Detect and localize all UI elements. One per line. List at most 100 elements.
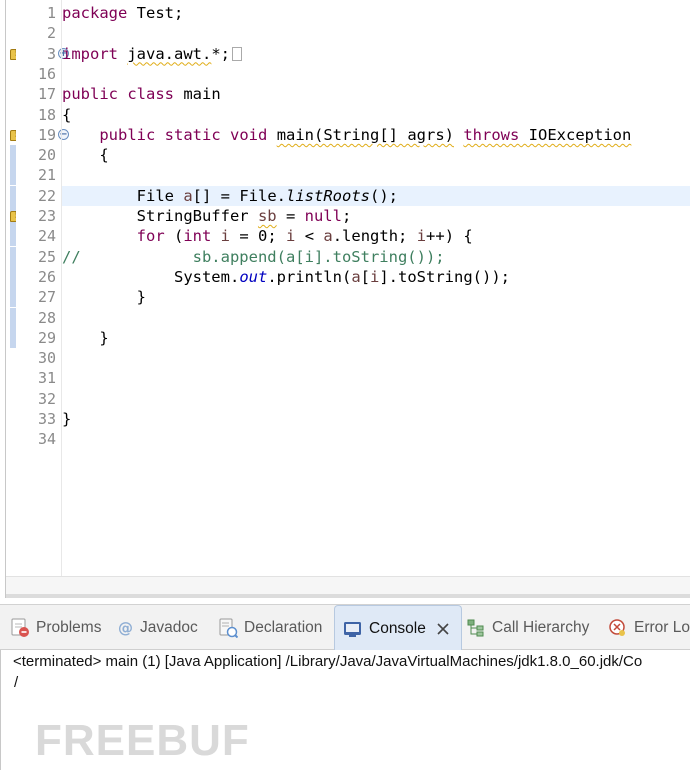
code-line[interactable]: System.out.println(a[i].toString()); (62, 267, 690, 287)
code-token: System. (62, 267, 240, 286)
line-number: 34 (37, 430, 56, 449)
code-line[interactable] (62, 429, 690, 449)
code-token: Test; (127, 4, 184, 22)
code-token: // sb.append(a[i].toString()); (62, 247, 445, 266)
console-icon (343, 619, 363, 639)
code-editor[interactable]: !!! 123+16171819−20212223242526272829303… (5, 0, 690, 598)
code-line[interactable] (62, 165, 690, 185)
code-line[interactable]: package Test; (62, 3, 690, 23)
code-token: = 0; (230, 227, 287, 246)
code-token: i (286, 227, 296, 246)
line-number-gutter: 1 2 3 +16 17 18 19−20 21 22 23 24 25 26 27 28 29 30 31 32 3… (16, 0, 69, 576)
tab-problems[interactable]: Problems (10, 605, 101, 651)
editor-bottom-border (6, 594, 690, 598)
code-token: File (62, 186, 184, 205)
code-token: listRoots (286, 186, 370, 205)
code-token: } (62, 410, 72, 428)
folded-imports-indicator[interactable] (232, 46, 243, 61)
code-token: ; (341, 207, 352, 225)
code-token: { (62, 146, 109, 165)
code-line[interactable] (62, 23, 690, 43)
tab-error-log[interactable]: Error Lo (608, 605, 690, 651)
code-token: (); (370, 186, 398, 205)
code-token: [ (360, 267, 370, 286)
code-token: public (62, 85, 118, 104)
tab-javadoc[interactable]: @ Javadoc (118, 605, 198, 651)
code-line[interactable]: { (62, 105, 690, 125)
problems-icon (10, 618, 30, 638)
line-number: 22 (37, 186, 56, 205)
line-number: 24 (37, 227, 56, 246)
code-token: .length; (332, 227, 417, 246)
code-token: *; (211, 44, 231, 63)
code-token: i (220, 227, 231, 246)
code-line[interactable] (62, 348, 690, 368)
code-token: .println( (267, 267, 352, 286)
code-line[interactable]: import java.awt.*; (62, 44, 690, 64)
code-token: public (99, 125, 156, 144)
code-token: a (351, 267, 361, 286)
code-line[interactable]: for (int i = 0; i < a.length; i++) { (62, 226, 690, 246)
annotation-ruler: !!! (6, 0, 23, 576)
line-number: 33 (37, 410, 56, 428)
code-line[interactable]: } (62, 287, 690, 307)
tab-call-hierarchy[interactable]: Call Hierarchy (466, 605, 589, 651)
code-line[interactable]: StringBuffer sb = null; (62, 206, 690, 226)
tab-declaration[interactable]: Declaration (218, 605, 322, 651)
line-number: 27 (37, 288, 56, 307)
code-token: a (183, 186, 193, 205)
horizontal-scrollbar[interactable] (6, 576, 690, 594)
javadoc-at-icon: @ (118, 619, 133, 637)
code-line[interactable]: public static void main(String[] agrs) t… (62, 125, 690, 145)
code-token: main(String[] agrs) (276, 125, 454, 144)
code-line[interactable]: } (62, 409, 690, 429)
code-token: import (62, 44, 118, 63)
tab-javadoc-label: Javadoc (140, 619, 198, 636)
code-token: ].toString()); (379, 267, 510, 286)
line-number: 21 (37, 166, 56, 185)
code-token: IOException (519, 125, 632, 144)
code-token: package (62, 4, 128, 22)
code-area[interactable]: package Test; import java.awt.*; public cl… (62, 3, 690, 576)
code-line[interactable] (62, 64, 690, 84)
line-number: 32 (37, 389, 56, 408)
code-token: a (323, 227, 333, 246)
line-number: 30 (37, 349, 56, 368)
line-number: 20 (37, 146, 56, 165)
line-number: 2 (46, 24, 56, 43)
code-line[interactable]: public class main (62, 84, 690, 104)
code-token: void (230, 125, 268, 144)
code-line[interactable]: // sb.append(a[i].toString()); (62, 247, 690, 267)
code-token: i (370, 267, 380, 286)
tab-console[interactable]: Console (334, 605, 462, 651)
code-token: StringBuffer (62, 207, 258, 225)
code-token: main (174, 85, 221, 104)
code-line[interactable]: { (62, 145, 690, 165)
line-number: 26 (37, 267, 56, 286)
declaration-icon (218, 618, 239, 639)
error-log-icon (608, 618, 628, 638)
code-line[interactable] (62, 389, 690, 409)
code-token: for (136, 227, 165, 246)
close-tab-icon[interactable] (436, 622, 450, 636)
bottom-panel-tabs: Problems @ Javadoc Declaration Console C… (0, 604, 690, 651)
line-number: 17 (37, 85, 56, 104)
line-number: 23 (37, 207, 56, 225)
code-line[interactable] (62, 368, 690, 388)
current-code-line[interactable]: File a[] = File.listRoots(); (62, 185, 690, 206)
line-number: 16 (37, 64, 56, 83)
code-token: < (295, 227, 324, 246)
line-number: 1 (46, 4, 56, 22)
tab-error-log-label: Error Lo (634, 619, 690, 636)
code-line[interactable]: } (62, 328, 690, 348)
code-line[interactable] (62, 308, 690, 328)
code-token: } (62, 328, 109, 347)
console-output-line: / (14, 674, 19, 691)
